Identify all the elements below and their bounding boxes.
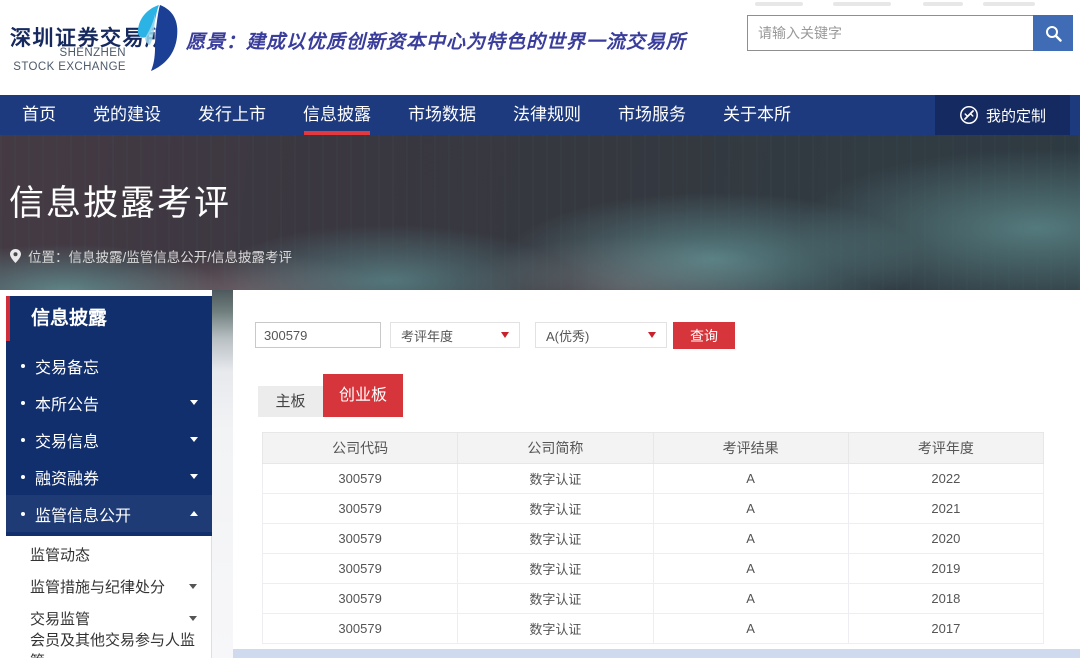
bullet-dot (21, 512, 25, 516)
main-panel: 考评年度 A(优秀) 查询 主板 创业板 公司代码 公司简称 考评结果 考评年度… (233, 290, 1080, 658)
my-custom-button[interactable]: 我的定制 (935, 95, 1070, 135)
results-table: 公司代码 公司简称 考评结果 考评年度 300579 数字认证 A 2022 3… (262, 432, 1044, 644)
breadcrumb-text: 位置：信息披露/监管信息公开/信息披露考评 (28, 246, 292, 266)
sidebar-submenu: 监管动态 监管措施与纪律处分 交易监管 会员及其他交易参与人监管 (6, 536, 212, 658)
sidebar-item-margin-trading[interactable]: 融资融券 (6, 458, 212, 495)
tab-main-board[interactable]: 主板 (258, 386, 323, 417)
chevron-up-icon (190, 511, 198, 516)
hero-banner: 信息披露考评 位置：信息披露/监管信息公开/信息披露考评 (0, 135, 1080, 290)
table-header-row: 公司代码 公司简称 考评结果 考评年度 (263, 433, 1044, 464)
top-utility-links (755, 0, 1055, 8)
submenu-item-regulatory-news[interactable]: 监管动态 (6, 538, 211, 570)
sidebar-title: 信息披露 (6, 296, 212, 341)
location-pin-icon (10, 249, 21, 263)
chevron-down-icon (190, 400, 198, 405)
chevron-down-icon (648, 332, 656, 338)
col-company-code: 公司代码 (263, 433, 458, 464)
nav-item-services[interactable]: 市场服务 (618, 95, 686, 135)
nav-item-listing[interactable]: 发行上市 (198, 95, 266, 135)
chevron-down-icon (189, 616, 197, 621)
sidebar-item-trading-info[interactable]: 交易信息 (6, 421, 212, 458)
col-eval-year: 考评年度 (848, 433, 1043, 464)
submenu-item-measures-discipline[interactable]: 监管措施与纪律处分 (6, 570, 211, 602)
table-row: 300579 数字认证 A 2017 (263, 614, 1044, 644)
nav-item-about[interactable]: 关于本所 (723, 95, 791, 135)
table-row: 300579 数字认证 A 2021 (263, 494, 1044, 524)
sidebar-item-regulatory-disclosure[interactable]: 监管信息公开 (6, 495, 212, 532)
site-search (747, 15, 1073, 51)
panel-gap-shade (212, 290, 233, 658)
nav-item-rules[interactable]: 法律规则 (513, 95, 581, 135)
search-icon (1045, 25, 1062, 42)
table-row: 300579 数字认证 A 2020 (263, 524, 1044, 554)
nav-item-party-building[interactable]: 党的建设 (93, 95, 161, 135)
table-row: 300579 数字认证 A 2022 (263, 464, 1044, 494)
main-nav: 首页 党的建设 发行上市 信息披露 市场数据 法律规则 市场服务 关于本所 我的… (0, 95, 1080, 135)
sidebar-items: 交易备忘 本所公告 交易信息 融资融券 监管信息公开 (6, 341, 212, 536)
chevron-down-icon (190, 474, 198, 479)
my-custom-label: 我的定制 (986, 105, 1046, 126)
bullet-dot (21, 438, 25, 442)
sidebar-header: 信息披露 (6, 296, 212, 341)
bullet-dot (21, 364, 25, 368)
site-header: 深圳证券交易所 SHENZHEN STOCK EXCHANGE 愿景：建成以优质… (0, 0, 1080, 95)
col-eval-result: 考评结果 (653, 433, 848, 464)
chevron-down-icon (190, 437, 198, 442)
my-custom-icon (959, 105, 979, 125)
sidebar-red-accent (6, 296, 10, 341)
vision-slogan: 愿景：建成以优质创新资本中心为特色的世界一流交易所 (186, 27, 686, 54)
breadcrumb[interactable]: 位置：信息披露/监管信息公开/信息披露考评 (10, 246, 292, 266)
table-row: 300579 数字认证 A 2019 (263, 554, 1044, 584)
year-select[interactable]: 考评年度 (390, 322, 520, 348)
result-select[interactable]: A(优秀) (535, 322, 667, 348)
footer-strip (233, 649, 1080, 658)
chevron-down-icon (189, 584, 197, 589)
sidebar-item-trading-memo[interactable]: 交易备忘 (6, 347, 212, 384)
sidebar-item-exchange-notices[interactable]: 本所公告 (6, 384, 212, 421)
col-company-name: 公司简称 (458, 433, 653, 464)
query-button[interactable]: 查询 (673, 322, 735, 349)
nav-item-home[interactable]: 首页 (22, 95, 56, 135)
page-title: 信息披露考评 (9, 175, 231, 226)
nav-item-market-data[interactable]: 市场数据 (408, 95, 476, 135)
nav-item-disclosure[interactable]: 信息披露 (303, 95, 371, 135)
page: 深圳证券交易所 SHENZHEN STOCK EXCHANGE 愿景：建成以优质… (0, 0, 1080, 658)
table-row: 300579 数字认证 A 2018 (263, 584, 1044, 614)
logo-en-text: SHENZHEN STOCK EXCHANGE (4, 47, 126, 75)
company-code-input[interactable] (255, 322, 381, 348)
chevron-down-icon (501, 332, 509, 338)
submenu-item-member-supervision[interactable]: 会员及其他交易参与人监管 (6, 634, 211, 658)
sidebar: 信息披露 交易备忘 本所公告 交易信息 融资融券 (6, 296, 212, 658)
bullet-dot (21, 401, 25, 405)
szse-logo-icon (129, 4, 179, 72)
search-input[interactable] (747, 15, 1033, 51)
bullet-dot (21, 475, 25, 479)
search-button[interactable] (1033, 15, 1073, 51)
tab-chinext-board[interactable]: 创业板 (323, 374, 403, 417)
